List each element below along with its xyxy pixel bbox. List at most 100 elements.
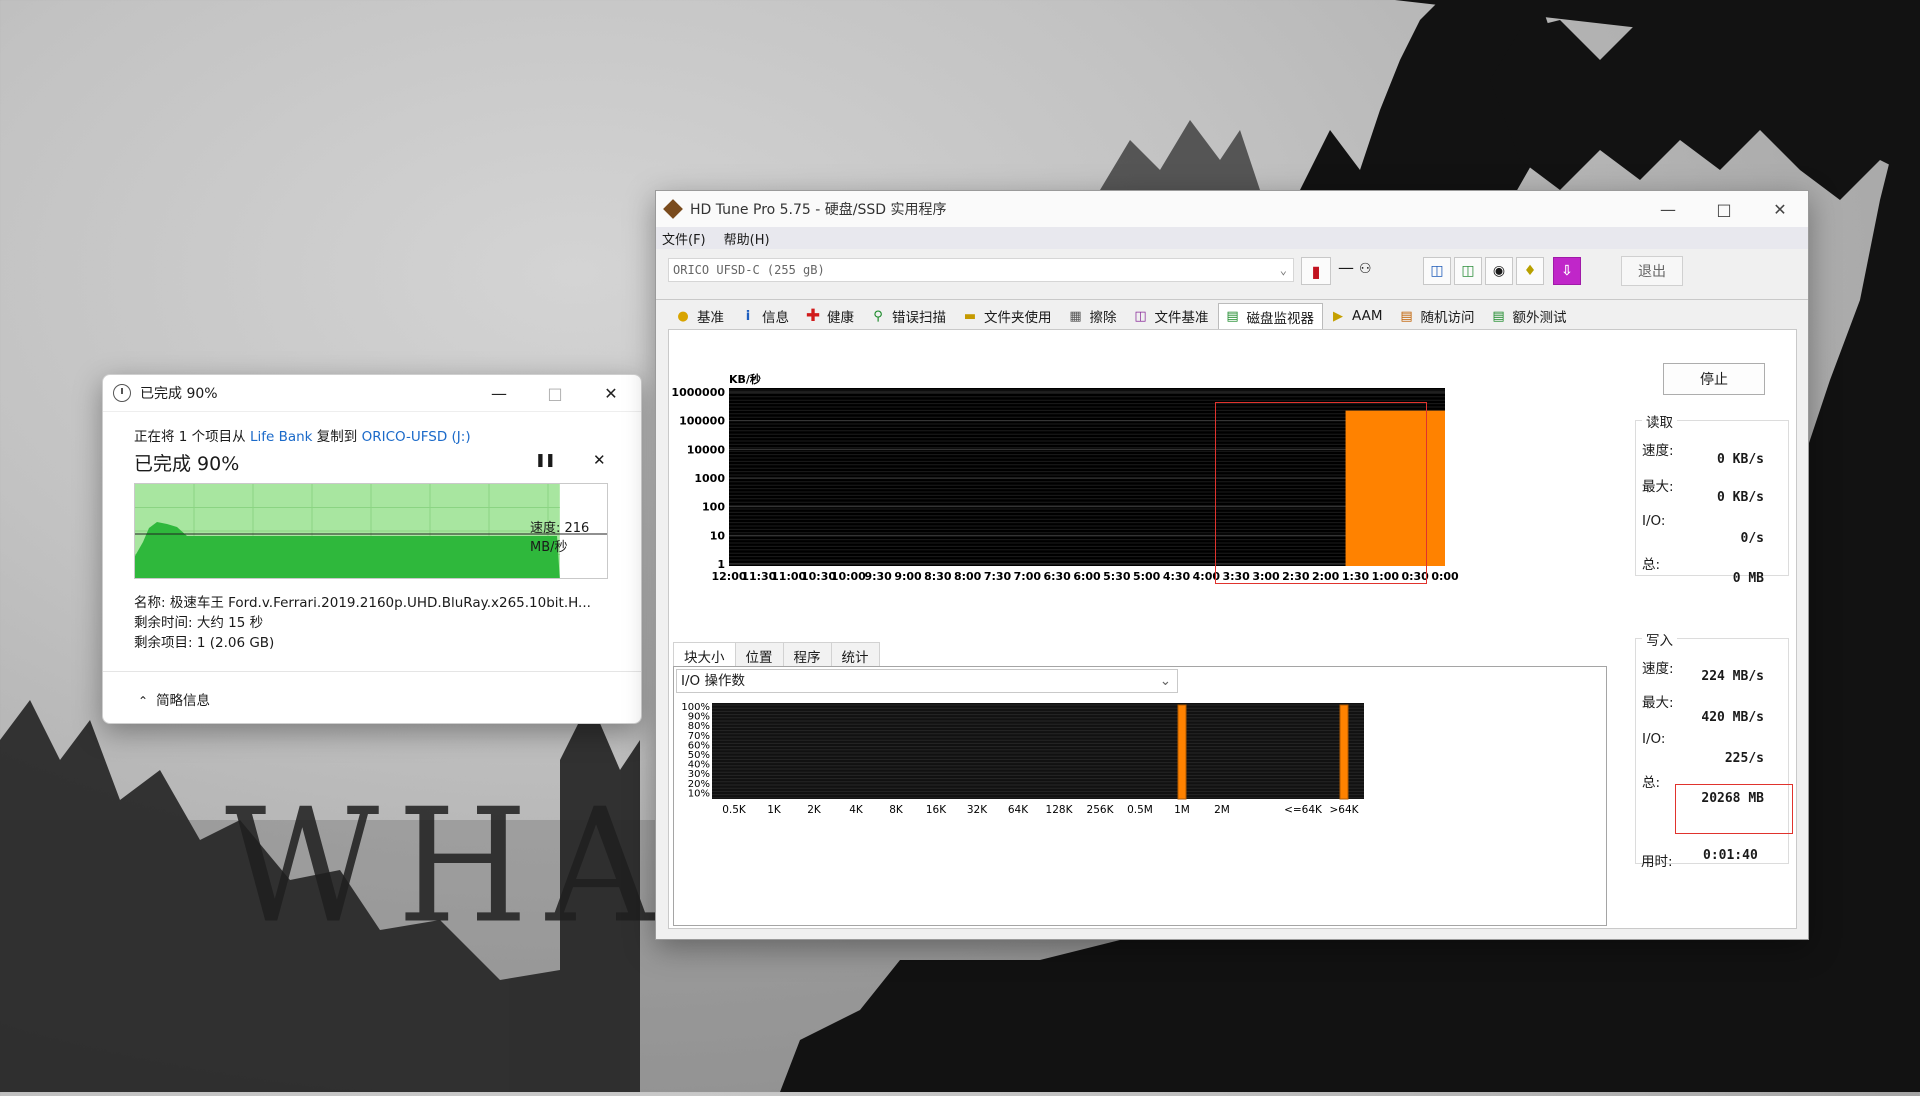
- x-tick-label: 128K: [1046, 804, 1074, 816]
- close-button[interactable]: ✕: [1752, 191, 1808, 227]
- menu-bar: 文件(F) 帮助(H): [656, 227, 1808, 249]
- destination-link[interactable]: ORICO-UFSD (J:): [362, 429, 471, 445]
- source-link[interactable]: Life Bank: [250, 429, 313, 445]
- temperature-readout: —: [1338, 258, 1354, 277]
- tab-label: 磁盘监视器: [1246, 310, 1315, 327]
- subtab-block-size[interactable]: 块大小: [673, 642, 736, 669]
- x-tick-label: 16K: [926, 804, 947, 816]
- elapsed-value: 0:01:40: [1703, 848, 1758, 863]
- menu-file[interactable]: 文件(F): [662, 229, 706, 248]
- health-cross-icon: ✚: [805, 306, 821, 326]
- tab-label: 擦除: [1089, 310, 1117, 326]
- y-tick-label: 1000: [694, 472, 725, 485]
- camera-icon[interactable]: ◉: [1485, 257, 1513, 285]
- elapsed-label: 用时:: [1641, 854, 1673, 870]
- write-total-label: 总:: [1642, 775, 1661, 791]
- maximize-button: □: [547, 383, 563, 403]
- maximize-button[interactable]: □: [1696, 191, 1752, 227]
- x-tick-label: 8K: [889, 804, 904, 816]
- write-speed-label: 速度:: [1642, 661, 1674, 677]
- toolbar: ORICO UFSD-C (255 gB) ⌄ ▮ — ⚇ ◫ ◫ ◉ ♦ ⇩ …: [656, 249, 1808, 291]
- x-tick-label: 4K: [849, 804, 864, 816]
- x-tick-label: 7:30: [984, 570, 1012, 583]
- folder-icon: ▬: [963, 308, 977, 324]
- disk-monitor-panel: KB/秒 1000000 100000 10000 1000 100 10 1 12:00 11:…: [668, 329, 1797, 929]
- close-button[interactable]: ✕: [583, 375, 639, 411]
- x-tick-label: 256K: [1087, 804, 1115, 816]
- disk-monitor-icon: ▤: [1226, 309, 1239, 324]
- divider: [656, 299, 1808, 300]
- y-tick-label: 10000: [687, 443, 726, 456]
- y-tick-label: 10: [710, 529, 726, 542]
- file-benchmark-icon: ◫: [1134, 308, 1147, 324]
- fewer-details-button[interactable]: ⌃ 简略信息: [138, 689, 210, 709]
- write-title: 写入: [1642, 629, 1677, 649]
- tab-label: AAM: [1352, 308, 1383, 324]
- read-max-label: 最大:: [1642, 479, 1674, 495]
- x-tick-label: >64K: [1329, 804, 1359, 816]
- io-metric-select[interactable]: I/O 操作数 ⌄: [676, 669, 1178, 693]
- function-tabs: ● 基准 i 信息 ✚ 健康 ⚲ 错误扫描 ▬ 文件夹使用 ▦ 擦除 ◫ 文件基准 ▤ 磁盘监视…: [668, 303, 1576, 329]
- x-tick-label: 2K: [807, 804, 822, 816]
- tab-benchmark[interactable]: ● 基准: [668, 303, 733, 329]
- minimize-button[interactable]: —: [471, 375, 527, 411]
- transfer-rate-chart: KB/秒100000010000010000100010010112:0011:…: [671, 372, 1459, 583]
- random-access-icon: ▤: [1400, 308, 1413, 324]
- x-tick-label: 8:00: [954, 570, 982, 583]
- extra-tests-icon: ▤: [1492, 308, 1505, 324]
- tab-label: 健康: [827, 310, 854, 326]
- tab-random-access[interactable]: ▤ 随机访问: [1392, 303, 1484, 329]
- divider: [103, 671, 641, 672]
- chevron-up-icon: ⌃: [138, 694, 149, 708]
- tab-aam[interactable]: ▶ AAM: [1323, 303, 1392, 329]
- info-icon: i: [745, 308, 751, 324]
- tab-disk-monitor[interactable]: ▤ 磁盘监视器: [1217, 303, 1323, 329]
- copy-text-icon[interactable]: ◫: [1423, 257, 1451, 285]
- cancel-copy-icon[interactable]: ✕: [593, 451, 606, 469]
- subtab-program[interactable]: 程序: [782, 642, 832, 669]
- x-tick-label: 7:00: [1014, 570, 1042, 583]
- y-axis-label: KB/秒: [729, 372, 761, 386]
- bulb-icon: ●: [677, 308, 689, 324]
- exit-button[interactable]: 退出: [1621, 256, 1683, 286]
- copy-file-info: 名称: 极速车王 Ford.v.Ferrari.2019.2160p.UHD.B…: [134, 593, 591, 653]
- x-tick-label: 0.5M: [1127, 804, 1153, 816]
- tab-label: 基准: [697, 310, 724, 326]
- read-io-label: I/O:: [1642, 513, 1666, 529]
- hdtune-app-icon: [663, 199, 683, 219]
- tab-health[interactable]: ✚ 健康: [798, 303, 863, 329]
- tab-file-benchmark[interactable]: ◫ 文件基准: [1126, 303, 1218, 329]
- x-tick-label: 9:00: [894, 570, 922, 583]
- tab-error-scan[interactable]: ⚲ 错误扫描: [863, 303, 955, 329]
- x-tick-label: 32K: [967, 804, 988, 816]
- drive-select[interactable]: ORICO UFSD-C (255 gB) ⌄: [668, 258, 1294, 282]
- transfer-speed-graph: 速度: 216 MB/秒: [134, 483, 608, 579]
- menu-help[interactable]: 帮助(H): [724, 229, 770, 248]
- copy-screenshot-icon[interactable]: ◫: [1454, 257, 1482, 285]
- options-icon[interactable]: ♦: [1516, 257, 1544, 285]
- x-tick-label: 4:30: [1163, 570, 1191, 583]
- chart-subtabs: 块大小 位置 程序 统计: [673, 642, 880, 669]
- tab-erase[interactable]: ▦ 擦除: [1061, 303, 1126, 329]
- x-tick-label: <=64K: [1284, 804, 1323, 816]
- stop-button[interactable]: 停止: [1663, 363, 1765, 395]
- block-size-bar: [1177, 704, 1187, 800]
- x-tick-label: 0.5K: [722, 804, 747, 816]
- tab-extra-tests[interactable]: ▤ 额外测试: [1484, 303, 1576, 329]
- tab-folder-usage[interactable]: ▬ 文件夹使用: [955, 303, 1061, 329]
- download-icon[interactable]: ⇩: [1553, 257, 1581, 285]
- dialog-title: 已完成 90%: [140, 386, 218, 402]
- write-io-label: I/O:: [1642, 731, 1666, 747]
- hdtune-window: HD Tune Pro 5.75 - 硬盘/SSD 实用程序 — □ ✕ 文件(…: [655, 190, 1809, 940]
- y-tick-label: 1000000: [671, 386, 725, 399]
- write-max-label: 最大:: [1642, 695, 1674, 711]
- read-stats-group: 读取 速度: 0 KB/s 最大: 0 KB/s I/O: 0/s 总: 0 M…: [1635, 411, 1789, 586]
- subtab-statistics[interactable]: 统计: [830, 642, 880, 669]
- minimize-button[interactable]: —: [1640, 191, 1696, 227]
- tab-info[interactable]: i 信息: [733, 303, 798, 329]
- hdtune-title: HD Tune Pro 5.75 - 硬盘/SSD 实用程序: [690, 202, 947, 218]
- subtab-position[interactable]: 位置: [734, 642, 784, 669]
- x-tick-label: 1M: [1174, 804, 1190, 816]
- speed-readout: 速度: 216 MB/秒: [530, 521, 590, 555]
- pause-icon[interactable]: ❚❚: [535, 453, 556, 468]
